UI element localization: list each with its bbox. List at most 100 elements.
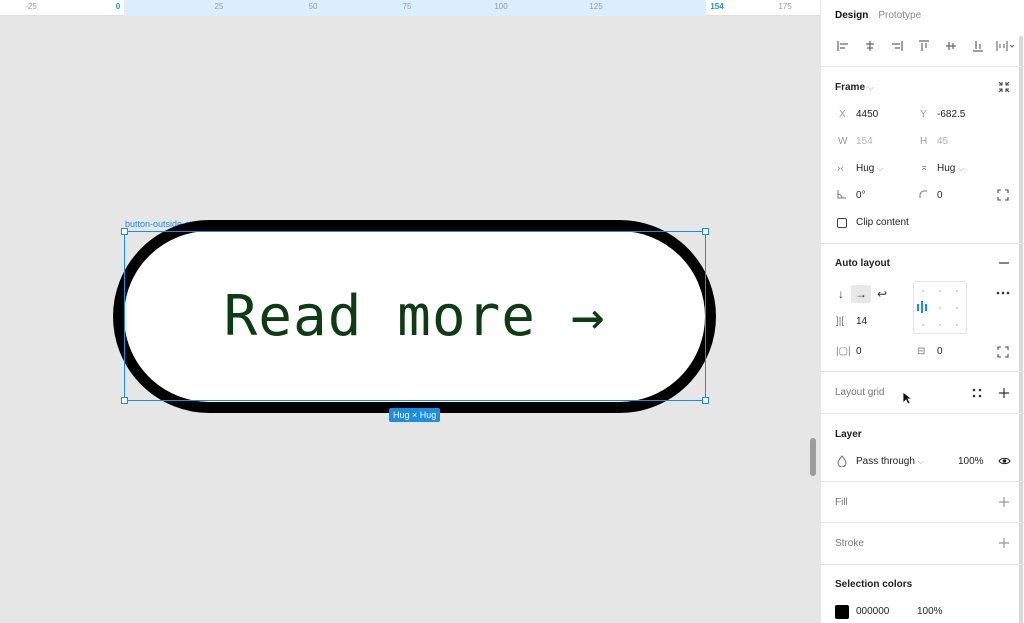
add-fill-icon[interactable] xyxy=(998,496,1010,508)
align-vertical-center-icon[interactable] xyxy=(943,38,959,54)
horizontal-resizing-icon: ›‹ xyxy=(837,163,844,174)
ruler-tick-start: 0 xyxy=(115,2,121,11)
align-right-icon[interactable] xyxy=(889,38,905,54)
ruler-tick: 75 xyxy=(402,2,412,11)
divider xyxy=(821,66,1024,67)
color-opacity-input[interactable]: 100% xyxy=(917,606,943,617)
ruler-tick-end: 154 xyxy=(710,2,724,11)
fill-title: Fill xyxy=(835,497,848,508)
y-label: Y xyxy=(920,109,927,120)
ruler-tick: 100 xyxy=(494,2,508,11)
panel-tabs: Design Prototype xyxy=(835,10,921,21)
ruler-tick: 175 xyxy=(778,2,792,11)
layout-grid-title: Layout grid xyxy=(835,387,885,398)
divider xyxy=(821,371,1024,372)
height-input[interactable]: 45 xyxy=(937,136,948,147)
color-hex-input[interactable]: 000000 xyxy=(856,606,889,617)
tab-prototype[interactable]: Prototype xyxy=(878,10,921,21)
h-label: H xyxy=(920,136,928,147)
align-top-icon[interactable] xyxy=(916,38,932,54)
align-dot[interactable] xyxy=(939,324,941,326)
ruler-selection-highlight xyxy=(124,0,706,16)
layer-opacity-input[interactable]: 100% xyxy=(958,456,984,467)
direction-vertical-icon[interactable]: ↓ xyxy=(831,285,851,303)
stroke-title: Stroke xyxy=(835,538,864,549)
vertical-sizing-select[interactable]: Hug ⌵ xyxy=(937,163,964,174)
rotation-input[interactable]: 0° xyxy=(856,190,866,201)
mouse-cursor-icon xyxy=(902,391,912,405)
align-active-indicator[interactable] xyxy=(917,301,930,313)
resize-handle-top-left[interactable] xyxy=(121,228,128,235)
vertical-padding-input[interactable]: 0 xyxy=(937,346,943,357)
divider xyxy=(821,522,1024,523)
gap-input[interactable]: 14 xyxy=(856,316,867,327)
vertical-padding-icon: ⊟ xyxy=(917,346,926,357)
align-dot[interactable] xyxy=(922,324,924,326)
distribute-icon[interactable] xyxy=(995,38,1017,54)
divider xyxy=(821,481,1024,482)
corner-radius-icon xyxy=(919,190,927,198)
x-label: X xyxy=(839,109,846,120)
canvas-scrollbar[interactable] xyxy=(810,438,816,476)
ruler-tick: 25 xyxy=(214,2,224,11)
add-stroke-icon[interactable] xyxy=(998,537,1010,549)
remove-auto-layout-icon[interactable] xyxy=(998,257,1010,269)
more-options-icon[interactable] xyxy=(996,288,1010,298)
independent-corners-icon[interactable] xyxy=(997,189,1009,201)
align-dot[interactable] xyxy=(939,290,941,292)
panel-scrollbar[interactable] xyxy=(1019,36,1023,623)
x-input[interactable]: 4450 xyxy=(856,109,878,120)
divider xyxy=(821,243,1024,244)
clip-content-checkbox[interactable] xyxy=(837,218,847,228)
align-dot[interactable] xyxy=(939,307,941,309)
align-bottom-icon[interactable] xyxy=(970,38,986,54)
collapse-icon[interactable] xyxy=(997,80,1011,94)
frame-section-title[interactable]: Frame ⌵ xyxy=(835,82,874,93)
selection-colors-title: Selection colors xyxy=(835,579,913,590)
spacing-icon: ]|[ xyxy=(836,316,845,327)
design-canvas[interactable]: -25 0 25 50 75 100 125 154 175 button-ou… xyxy=(0,0,820,623)
chevron-down-icon: ⌵ xyxy=(867,83,874,92)
wrap-icon[interactable]: ↩ xyxy=(872,285,892,303)
ruler-tick: 125 xyxy=(589,2,603,11)
alignment-grid[interactable] xyxy=(913,281,967,334)
size-badge: Hug × Hug xyxy=(389,408,441,422)
button-label[interactable]: Read more → xyxy=(113,220,716,413)
resize-handle-bottom-right[interactable] xyxy=(702,397,709,404)
auto-layout-title: Auto layout xyxy=(835,258,890,269)
divider xyxy=(821,564,1024,565)
blend-mode-icon xyxy=(837,455,847,467)
frame-title: Frame xyxy=(835,82,866,93)
w-label: W xyxy=(838,136,848,147)
color-swatch[interactable] xyxy=(835,605,849,619)
resize-handle-top-right[interactable] xyxy=(702,228,709,235)
horizontal-padding-icon: |▢| xyxy=(836,346,851,357)
grid-styles-icon[interactable] xyxy=(971,387,983,399)
individual-padding-icon[interactable] xyxy=(997,346,1009,358)
rotation-icon xyxy=(837,190,846,199)
alignment-toolbar xyxy=(835,38,1017,54)
corner-radius-input[interactable]: 0 xyxy=(937,190,943,201)
width-input[interactable]: 154 xyxy=(856,136,873,147)
tab-design[interactable]: Design xyxy=(835,10,868,21)
horizontal-padding-input[interactable]: 0 xyxy=(856,346,862,357)
y-input[interactable]: -682.5 xyxy=(937,109,965,120)
properties-panel: Design Prototype Frame ⌵ X 4450 Y -682.5… xyxy=(820,0,1024,623)
align-horizontal-center-icon[interactable] xyxy=(862,38,878,54)
blend-mode-select[interactable]: Pass through ⌵ xyxy=(856,456,924,467)
resize-handle-bottom-left[interactable] xyxy=(121,397,128,404)
align-dot[interactable] xyxy=(922,290,924,292)
divider xyxy=(821,413,1024,414)
eye-icon[interactable] xyxy=(998,455,1011,467)
horizontal-sizing-select[interactable]: Hug ⌵ xyxy=(856,163,883,174)
layer-title: Layer xyxy=(835,429,862,440)
align-dot[interactable] xyxy=(956,324,958,326)
add-layout-grid-icon[interactable] xyxy=(998,387,1010,399)
align-dot[interactable] xyxy=(956,307,958,309)
align-dot[interactable] xyxy=(956,290,958,292)
direction-horizontal-icon[interactable]: → xyxy=(851,285,871,303)
vertical-resizing-icon: ⌅ xyxy=(920,162,929,173)
clip-content-label[interactable]: Clip content xyxy=(856,217,909,228)
ruler-tick: -25 xyxy=(25,2,37,11)
align-left-icon[interactable] xyxy=(835,38,851,54)
